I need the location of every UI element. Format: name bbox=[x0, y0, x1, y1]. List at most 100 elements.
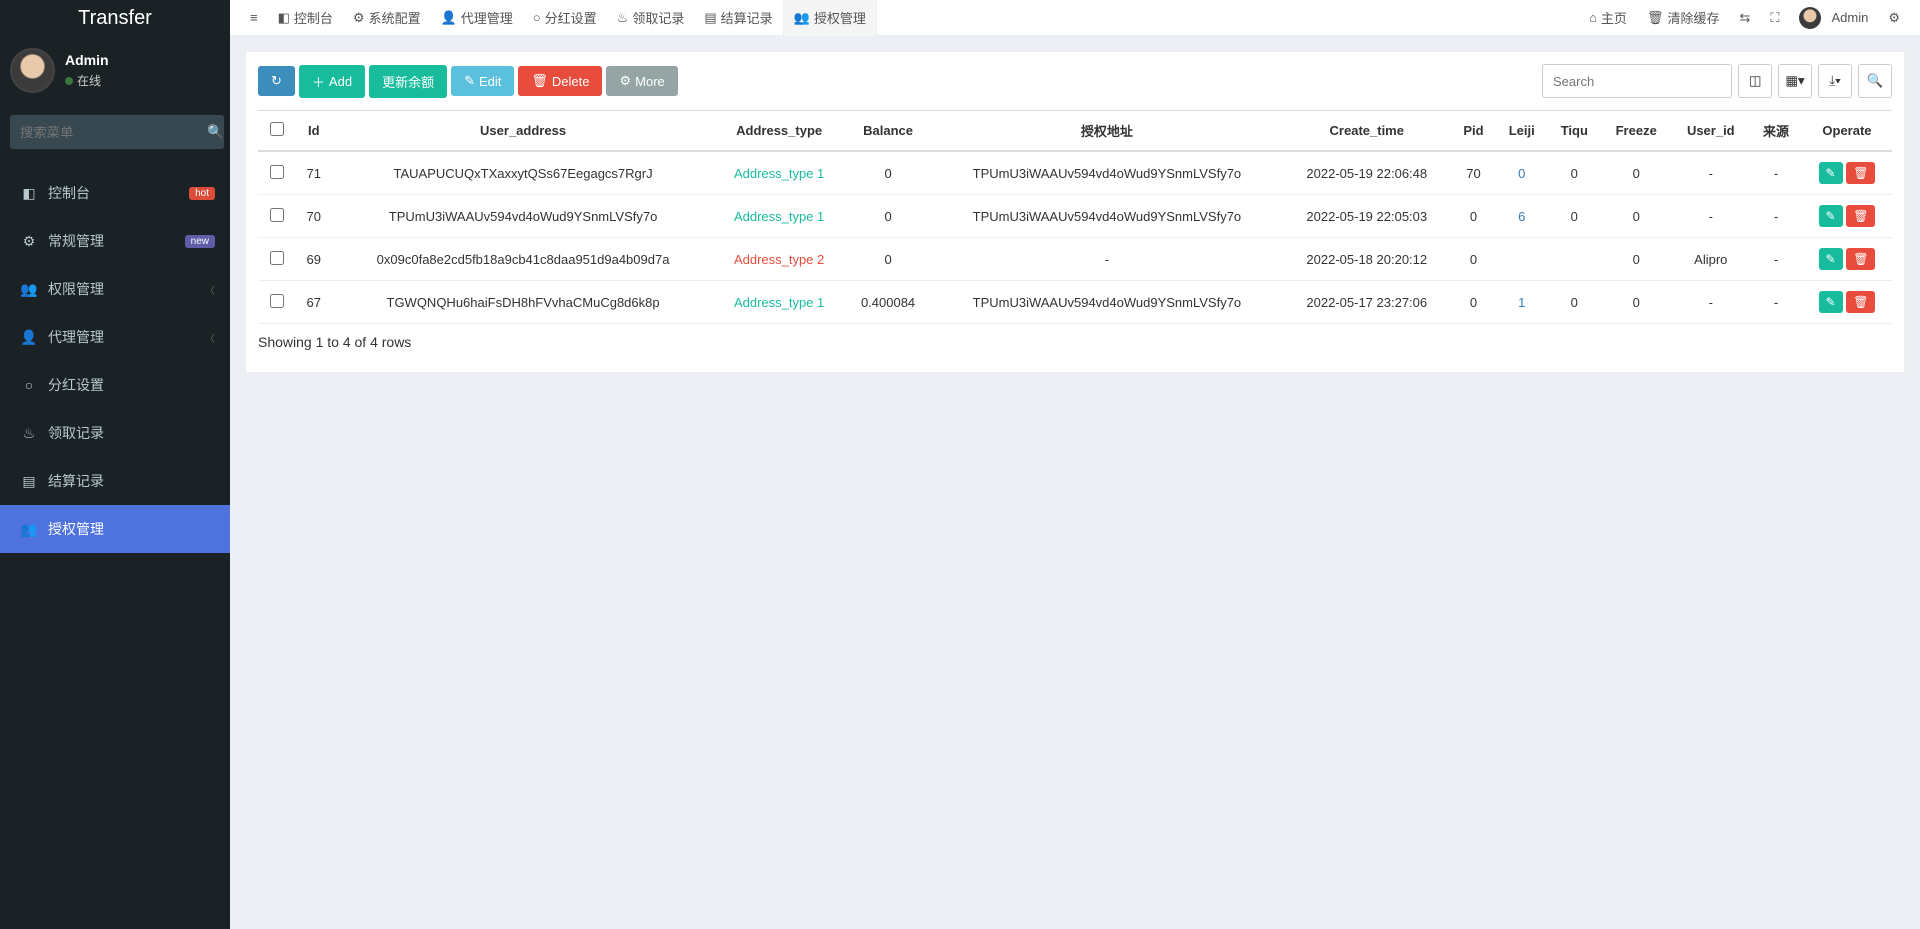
cell-leiji[interactable] bbox=[1496, 238, 1548, 281]
row-checkbox[interactable] bbox=[270, 251, 284, 265]
sidebar-item-授权管理[interactable]: 👥授权管理 bbox=[0, 505, 230, 553]
cell-leiji[interactable]: 0 bbox=[1496, 151, 1548, 195]
sidebar-item-领取记录[interactable]: ♨领取记录 bbox=[0, 409, 230, 457]
toggle-view-button[interactable]: ▦▾ bbox=[1778, 64, 1812, 98]
clear-cache-link[interactable]: 🗑清除缓存 bbox=[1637, 0, 1730, 36]
sidebar-item-分红设置[interactable]: ○分红设置 bbox=[0, 361, 230, 409]
add-button[interactable]: ＋Add bbox=[299, 65, 365, 98]
sidebar-item-常规管理[interactable]: ⚙常规管理new bbox=[0, 217, 230, 265]
row-edit-button[interactable]: ✎ bbox=[1819, 248, 1843, 270]
table-row: 67TGWQNQHu6haiFsDH8hFVvhaCMuCg8d6k8pAddr… bbox=[258, 281, 1892, 324]
cell-operate: ✎ 🗑 bbox=[1802, 281, 1892, 324]
user-menu[interactable]: Admin bbox=[1789, 0, 1878, 36]
row-checkbox[interactable] bbox=[270, 294, 284, 308]
common-search-button[interactable]: ◫ bbox=[1738, 64, 1772, 98]
cell-address-type[interactable]: Address_type 1 bbox=[714, 151, 845, 195]
expand-icon: ⛶ bbox=[1770, 10, 1779, 26]
tab-代理管理[interactable]: 👤代理管理 bbox=[431, 0, 523, 36]
cell-user-id: - bbox=[1672, 195, 1751, 238]
sidebar-nav: ◧控制台hot⚙常规管理new👥权限管理〈👤代理管理〈○分红设置♨领取记录▤结算… bbox=[0, 169, 230, 553]
pencil-icon: ✎ bbox=[1826, 166, 1836, 180]
refresh-button[interactable]: ↻ bbox=[258, 66, 295, 96]
data-table: IdUser_addressAddress_typeBalance授权地址Cre… bbox=[258, 110, 1892, 324]
trash-icon: 🗑 bbox=[1647, 10, 1664, 26]
col-User_address[interactable]: User_address bbox=[333, 111, 714, 152]
col-Balance[interactable]: Balance bbox=[845, 111, 932, 152]
update-balance-button[interactable]: 更新余额 bbox=[369, 65, 447, 98]
col-checkbox[interactable] bbox=[258, 111, 295, 152]
tab-领取记录[interactable]: ♨领取记录 bbox=[607, 0, 695, 36]
search-input[interactable] bbox=[1542, 64, 1732, 98]
fullscreen-link[interactable]: ⛶ bbox=[1760, 0, 1789, 36]
home-link[interactable]: ⌂主页 bbox=[1579, 0, 1637, 36]
cell-leiji[interactable]: 6 bbox=[1496, 195, 1548, 238]
delete-button[interactable]: 🗑Delete bbox=[518, 66, 602, 96]
tab-label: 控制台 bbox=[294, 8, 333, 27]
cell-tiqu: 0 bbox=[1548, 151, 1601, 195]
cell-source: - bbox=[1750, 238, 1802, 281]
more-button[interactable]: ⚙More bbox=[606, 66, 677, 96]
tab-label: 结算记录 bbox=[721, 8, 773, 27]
sidebar-item-label: 代理管理 bbox=[48, 327, 104, 347]
avatar[interactable] bbox=[10, 48, 55, 93]
export-button[interactable]: ⤓▾ bbox=[1818, 64, 1852, 98]
tab-授权管理[interactable]: 👥授权管理 bbox=[783, 0, 877, 36]
col-Leiji[interactable]: Leiji bbox=[1496, 111, 1548, 152]
sidebar-search-input[interactable] bbox=[10, 115, 207, 149]
row-delete-button[interactable]: 🗑 bbox=[1846, 162, 1875, 184]
select-all-checkbox[interactable] bbox=[270, 122, 284, 136]
row-edit-button[interactable]: ✎ bbox=[1819, 291, 1843, 313]
tab-label: 领取记录 bbox=[632, 8, 684, 27]
cell-source: - bbox=[1750, 195, 1802, 238]
col-来源[interactable]: 来源 bbox=[1750, 111, 1802, 152]
col-Freeze[interactable]: Freeze bbox=[1601, 111, 1672, 152]
brand-logo[interactable]: Transfer bbox=[0, 0, 230, 36]
tab-系统配置[interactable]: ⚙系统配置 bbox=[343, 0, 431, 36]
cell-user-id: - bbox=[1672, 281, 1751, 324]
sidebar-item-结算记录[interactable]: ▤结算记录 bbox=[0, 457, 230, 505]
cell-create-time: 2022-05-17 23:27:06 bbox=[1282, 281, 1451, 324]
edit-button[interactable]: ✎Edit bbox=[451, 66, 514, 96]
user-status: 在线 bbox=[65, 72, 109, 89]
cell-address-type[interactable]: Address_type 2 bbox=[714, 238, 845, 281]
cell-create-time: 2022-05-19 22:05:03 bbox=[1282, 195, 1451, 238]
cell-user-address: TGWQNQHu6haiFsDH8hFVvhaCMuCg8d6k8p bbox=[333, 281, 714, 324]
col-Address_type[interactable]: Address_type bbox=[714, 111, 845, 152]
row-checkbox[interactable] bbox=[270, 208, 284, 222]
badge: hot bbox=[189, 187, 215, 200]
sidebar-item-代理管理[interactable]: 👤代理管理〈 bbox=[0, 313, 230, 361]
col-Pid[interactable]: Pid bbox=[1451, 111, 1496, 152]
settings-link[interactable]: ⚙ bbox=[1878, 0, 1910, 36]
tab-结算记录[interactable]: ▤结算记录 bbox=[694, 0, 782, 36]
cell-id: 67 bbox=[295, 281, 333, 324]
tab-label: 代理管理 bbox=[461, 8, 513, 27]
search-button[interactable]: 🔍 bbox=[1858, 64, 1892, 98]
cell-address-type[interactable]: Address_type 1 bbox=[714, 281, 845, 324]
sidebar-search-button[interactable]: 🔍 bbox=[207, 115, 224, 149]
col-授权地址[interactable]: 授权地址 bbox=[931, 111, 1282, 152]
cell-leiji[interactable]: 1 bbox=[1496, 281, 1548, 324]
row-checkbox[interactable] bbox=[270, 165, 284, 179]
lang-link[interactable]: ⇆ bbox=[1729, 0, 1760, 36]
row-delete-button[interactable]: 🗑 bbox=[1846, 291, 1875, 313]
trash-icon: 🗑 bbox=[531, 73, 548, 89]
sidebar-item-权限管理[interactable]: 👥权限管理〈 bbox=[0, 265, 230, 313]
cell-address-type[interactable]: Address_type 1 bbox=[714, 195, 845, 238]
menu-toggle[interactable]: ≡ bbox=[240, 0, 268, 36]
row-delete-button[interactable]: 🗑 bbox=[1846, 248, 1875, 270]
tab-分红设置[interactable]: ○分红设置 bbox=[523, 0, 607, 36]
col-Id[interactable]: Id bbox=[295, 111, 333, 152]
row-delete-button[interactable]: 🗑 bbox=[1846, 205, 1875, 227]
col-Operate[interactable]: Operate bbox=[1802, 111, 1892, 152]
cell-user-address: 0x09c0fa8e2cd5fb18a9cb41c8daa951d9a4b09d… bbox=[333, 238, 714, 281]
col-User_id[interactable]: User_id bbox=[1672, 111, 1751, 152]
row-edit-button[interactable]: ✎ bbox=[1819, 162, 1843, 184]
sidebar-item-控制台[interactable]: ◧控制台hot bbox=[0, 169, 230, 217]
cell-auth-address: - bbox=[931, 238, 1282, 281]
col-Tiqu[interactable]: Tiqu bbox=[1548, 111, 1601, 152]
col-Create_time[interactable]: Create_time bbox=[1282, 111, 1451, 152]
row-edit-button[interactable]: ✎ bbox=[1819, 205, 1843, 227]
cell-source: - bbox=[1750, 281, 1802, 324]
cell-user-id: Alipro bbox=[1672, 238, 1751, 281]
tab-控制台[interactable]: ◧控制台 bbox=[268, 0, 343, 36]
